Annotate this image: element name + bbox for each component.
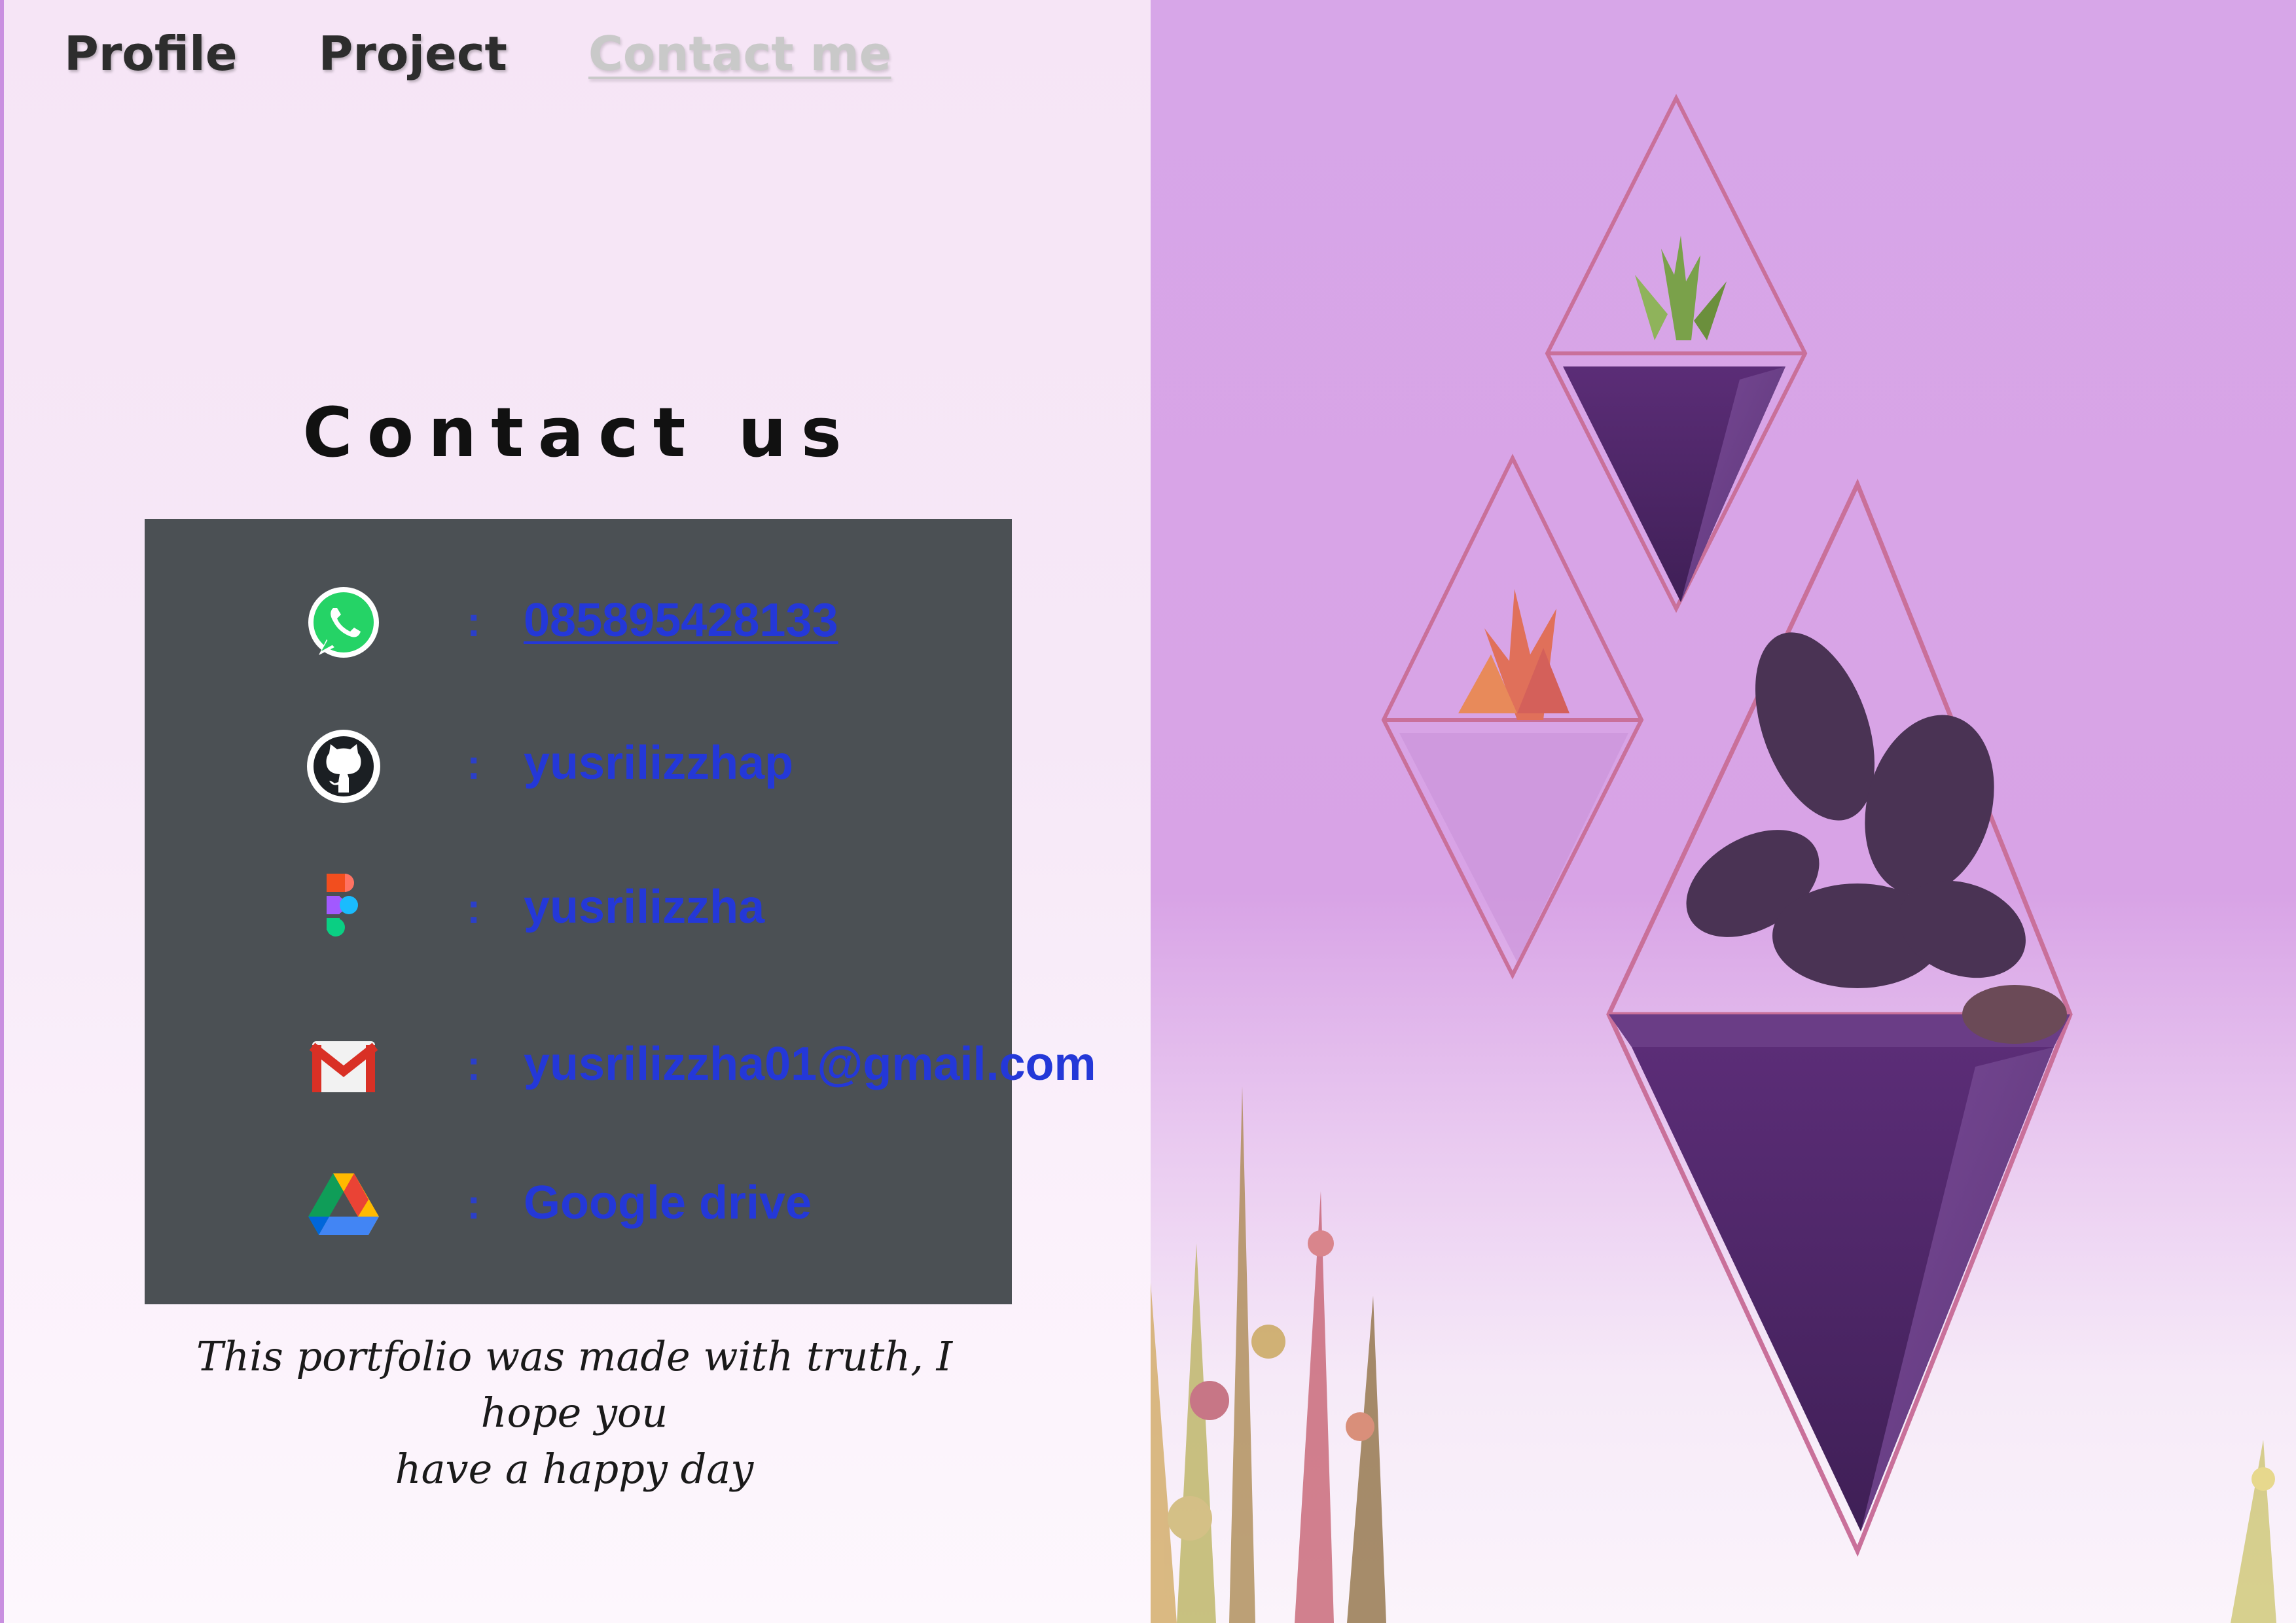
contact-row-whatsapp: : 085895428133 — [141, 571, 1008, 676]
gmail-link[interactable]: yusrilizzha01@gmail.com — [524, 1037, 1096, 1091]
footer-message: This portfolio was made with truth, I ho… — [141, 1329, 1008, 1497]
nav-project[interactable]: Project — [319, 26, 507, 81]
hanging-planters-illustration — [1151, 0, 2296, 1623]
separator: : — [467, 598, 481, 645]
github-icon — [304, 727, 383, 806]
separator: : — [467, 741, 481, 788]
contact-row-github: : yusrilizzhap — [141, 714, 1008, 819]
gmail-icon — [304, 1028, 383, 1107]
footer-line-2: have a happy day — [395, 1445, 754, 1493]
nav-profile[interactable]: Profile — [64, 26, 238, 81]
nav-contact-me[interactable]: Contact me — [588, 26, 891, 81]
separator: : — [467, 1181, 481, 1228]
github-link[interactable]: yusrilizzhap — [524, 736, 793, 790]
contact-row-gmail: : yusrilizzha01@gmail.com — [141, 1015, 1096, 1120]
hero-image — [1151, 0, 2296, 1623]
separator: : — [467, 885, 481, 932]
google-drive-link[interactable]: Google drive — [524, 1176, 812, 1230]
contact-title: Contact us — [302, 393, 856, 473]
whatsapp-link[interactable]: 085895428133 — [524, 594, 838, 647]
figma-icon — [304, 871, 383, 950]
top-nav: Profile Project Contact me — [64, 26, 891, 81]
contact-row-figma: : yusrilizzha — [141, 858, 1008, 963]
contact-row-google-drive: : Google drive — [141, 1154, 1008, 1258]
google-drive-icon — [304, 1167, 383, 1245]
whatsapp-icon — [304, 584, 383, 663]
footer-line-1: This portfolio was made with truth, I ho… — [196, 1332, 953, 1436]
contact-list: : 085895428133 : yusrilizzhap: yusriliz… — [141, 519, 1096, 1304]
figma-link[interactable]: yusrilizzha — [524, 880, 764, 934]
separator: : — [467, 1042, 481, 1089]
